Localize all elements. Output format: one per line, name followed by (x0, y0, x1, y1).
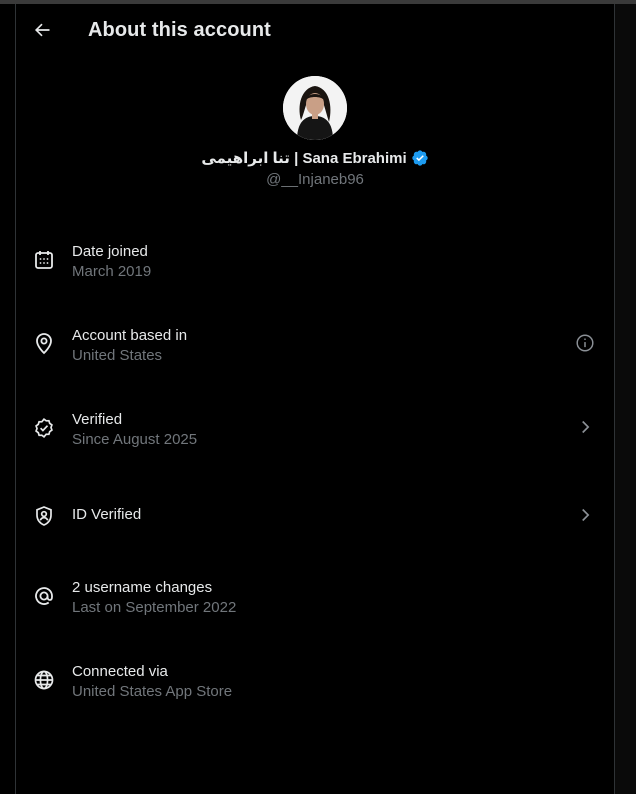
list-item-username-changes: 2 username changes Last on September 202… (16, 558, 614, 642)
location-pin-icon (36, 333, 52, 355)
chevron-right-icon[interactable] (574, 504, 596, 526)
item-title: Connected via (72, 663, 168, 680)
display-name: تنا ابراهیمی | Sana Ebrahimi (201, 150, 407, 167)
item-subtitle: United States App Store (72, 683, 233, 700)
display-name-row: تنا ابراهیمی | Sana Ebrahimi (16, 149, 614, 167)
page-title: About this account (88, 19, 271, 41)
list-item-account-based-in: Account based in United States (16, 306, 614, 390)
info-icon[interactable] (574, 332, 596, 354)
item-subtitle: United States (72, 347, 163, 364)
item-title: Date joined (72, 243, 148, 260)
item-title: ID Verified (72, 506, 142, 523)
page-header: About this account (16, 4, 614, 58)
right-gutter (615, 4, 636, 794)
at-sign-icon (35, 587, 53, 605)
list-item-date-joined: Date joined March 2019 (16, 222, 614, 306)
item-subtitle: March 2019 (72, 263, 152, 280)
verified-badge-icon (35, 418, 53, 438)
verified-checkmark-icon (411, 150, 428, 166)
list-item-connected-via: Connected via United States App Store (16, 642, 614, 726)
avatar-image (283, 76, 347, 140)
item-title: Verified (72, 411, 123, 428)
avatar[interactable] (283, 76, 347, 140)
item-title: Account based in (72, 327, 188, 344)
profile-summary: تنا ابراهیمی | Sana Ebrahimi @__Injaneb9… (16, 76, 614, 188)
item-subtitle: Since August 2025 (72, 431, 198, 448)
id-shield-icon (36, 506, 52, 526)
username-handle: @__Injaneb96 (266, 171, 364, 188)
calendar-icon (35, 251, 53, 269)
account-info-list: Date joined March 2019 Account based in … (16, 222, 614, 726)
item-title: 2 username changes (72, 579, 213, 596)
list-item-verified[interactable]: Verified Since August 2025 (16, 390, 614, 474)
item-subtitle: Last on September 2022 (72, 599, 237, 616)
list-item-id-verified[interactable]: ID Verified (16, 474, 614, 558)
chevron-right-icon[interactable] (574, 416, 596, 438)
globe-icon (34, 670, 54, 690)
back-button[interactable] (28, 16, 56, 44)
back-arrow-icon (34, 23, 50, 37)
